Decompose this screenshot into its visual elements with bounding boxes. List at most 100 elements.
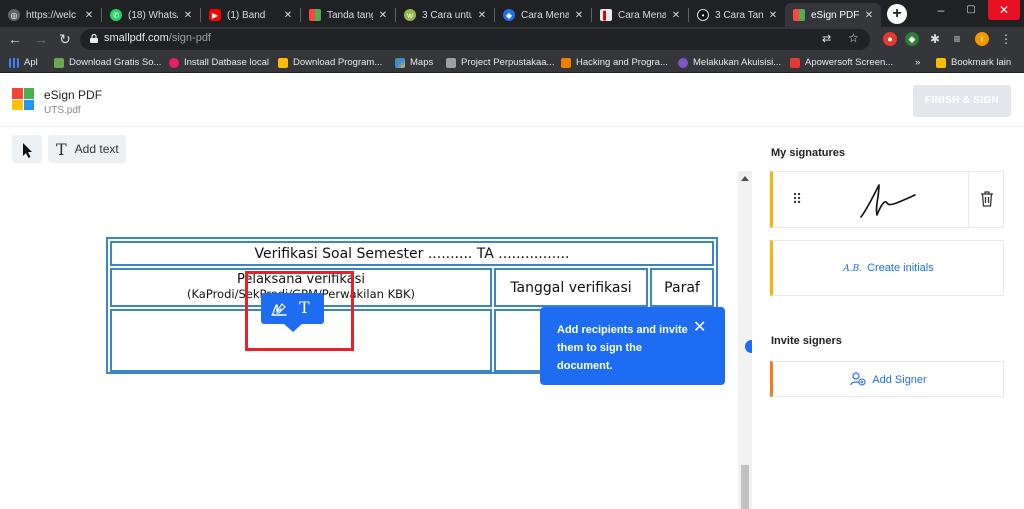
bookmark-favicon [54, 57, 64, 68]
smallpdf-icon [309, 9, 321, 21]
browser-tab[interactable]: ◆ Cara Menan ✕ [495, 3, 591, 27]
profile-avatar[interactable]: i [975, 32, 989, 46]
tanggal-header-cell: Tanggal verifikasi [494, 268, 648, 307]
browser-tab[interactable]: Tanda tanga ✕ [301, 3, 395, 27]
close-tab-icon[interactable]: ✕ [282, 10, 294, 21]
invite-signers-title: Invite signers [771, 335, 842, 347]
smallpdf-icon [793, 9, 805, 21]
doc-icon: ▌ [600, 9, 612, 21]
site-icon: • [697, 9, 709, 21]
address-bar[interactable]: smallpdf.com/sign-pdf ⇄ ☆ [80, 29, 870, 50]
text-icon: T [56, 139, 67, 159]
media-icon[interactable]: ≡ [950, 32, 964, 46]
whatsapp-icon: ✆ [110, 9, 122, 21]
browser-tab[interactable]: ▌ Cara Menan ✕ [592, 3, 688, 27]
file-name: UTS.pdf [44, 105, 81, 116]
close-tab-icon[interactable]: ✕ [377, 10, 389, 21]
scroll-up-arrow-icon[interactable] [741, 176, 749, 181]
reload-icon[interactable]: ↻ [57, 31, 73, 47]
maximize-button[interactable]: ▢ [956, 0, 986, 20]
tooltip-message: Add recipients and invite them to sign t… [557, 324, 688, 372]
add-text-button[interactable]: T Add text [48, 135, 126, 163]
site-icon: ◆ [503, 9, 515, 21]
editor-toolbar: T Add text [0, 127, 752, 171]
add-user-icon [850, 372, 866, 386]
bookmarks-bar: Apl Download Gratis So... Install Datbas… [0, 52, 1024, 73]
close-tab-icon[interactable]: ✕ [476, 10, 488, 21]
menu-icon[interactable]: ⋮ [999, 32, 1013, 46]
apps-icon [9, 57, 19, 68]
bookmark-item[interactable]: Apowersoft Screen... [790, 55, 893, 70]
cursor-icon [23, 143, 32, 158]
bookmark-item[interactable]: Download Program... [278, 55, 382, 70]
bookmark-favicon [169, 57, 179, 68]
bookmark-favicon [446, 57, 456, 68]
add-signer-label: Add Signer [872, 374, 927, 386]
app-title: eSign PDF [44, 88, 103, 102]
my-signatures-title: My signatures [771, 147, 845, 159]
add-signer-button[interactable]: Add Signer [770, 361, 1004, 397]
forward-arrow-icon[interactable]: → [33, 31, 49, 47]
drag-handle-icon[interactable]: ⠿ [792, 191, 802, 208]
browser-tab[interactable]: ▶ (1) Band ✕ [201, 3, 300, 27]
close-icon[interactable]: ✕ [693, 317, 706, 337]
close-tab-icon[interactable]: ✕ [573, 10, 585, 21]
signature-field-icon[interactable] [270, 300, 288, 318]
bookmark-folder[interactable]: Bookmark lain [936, 55, 1011, 70]
bookmark-favicon [678, 57, 688, 68]
translate-icon[interactable]: ⇄ [822, 32, 831, 45]
close-tab-icon[interactable]: ✕ [863, 10, 875, 21]
browser-tab-active[interactable]: eSign PDF w ✕ [785, 3, 881, 27]
bookmark-item[interactable]: Melakukan Akuisisi... [678, 55, 781, 70]
folder-icon [936, 57, 946, 68]
table-title-cell: Verifikasi Soal Semester .......... TA .… [110, 241, 714, 266]
text-field-icon[interactable]: T [299, 298, 310, 317]
bookmark-favicon [790, 57, 800, 68]
app-header: eSign PDF UTS.pdf FINISH & SIGN [0, 73, 1024, 127]
new-tab-button[interactable]: + [887, 4, 907, 24]
star-icon[interactable]: ☆ [848, 31, 859, 45]
window-close-button[interactable]: ✕ [988, 0, 1020, 20]
invite-tooltip: Add recipients and invite them to sign t… [540, 307, 725, 385]
signature-image[interactable] [857, 179, 919, 221]
bookmarks-more-button[interactable]: » [915, 55, 920, 70]
browser-toolbar: ← → ↻ smallpdf.com/sign-pdf ⇄ ☆ ● ◆ ✱ ≡ … [0, 27, 1024, 52]
close-tab-icon[interactable]: ✕ [83, 10, 95, 21]
field-type-popup: T [261, 293, 324, 332]
browser-tab[interactable]: w 3 Cara untuk ✕ [396, 3, 494, 27]
bookmark-apps[interactable]: Apl [9, 55, 38, 70]
trash-icon[interactable] [979, 190, 995, 208]
browser-tab[interactable]: ✆ (18) WhatsA ✕ [102, 3, 200, 27]
browser-tab[interactable]: ◎ https://welc ✕ [0, 3, 101, 27]
browser-tab-strip: ◎ https://welc ✕ ✆ (18) WhatsA ✕ ▶ (1) B… [0, 0, 1024, 27]
minimize-button[interactable]: – [926, 0, 956, 20]
smallpdf-logo [12, 88, 34, 110]
globe-icon: ◎ [8, 9, 20, 21]
maps-icon [395, 57, 405, 68]
initials-icon: A.B. [843, 264, 863, 274]
close-tab-icon[interactable]: ✕ [182, 10, 194, 21]
extension-icon[interactable]: ● [883, 32, 897, 46]
bookmark-item[interactable]: Hacking and Progra... [561, 55, 668, 70]
close-tab-icon[interactable]: ✕ [670, 10, 682, 21]
back-arrow-icon[interactable]: ← [7, 31, 23, 47]
signature-card[interactable]: ⠿ [770, 171, 1004, 228]
wikihow-icon: w [404, 9, 416, 21]
browser-tab[interactable]: • 3 Cara Tand ✕ [689, 3, 785, 27]
create-initials-label: Create initials [867, 262, 934, 274]
youtube-icon: ▶ [209, 9, 221, 21]
scrollbar-thumb[interactable] [741, 465, 749, 509]
select-tool-button[interactable] [12, 135, 42, 163]
url-text: smallpdf.com/sign-pdf [104, 32, 211, 44]
bookmark-item[interactable]: Project Perpustakaa... [446, 55, 554, 70]
finish-and-sign-button[interactable]: FINISH & SIGN [913, 85, 1011, 117]
bookmark-item[interactable]: Maps [395, 55, 433, 70]
bookmark-item[interactable]: Download Gratis So... [54, 55, 161, 70]
puzzle-icon[interactable]: ✱ [928, 32, 942, 46]
extension-icon[interactable]: ◆ [905, 32, 919, 46]
bookmark-item[interactable]: Install Datbase local [169, 55, 269, 70]
paraf-header-cell: Paraf [650, 268, 714, 307]
create-initials-card[interactable]: A.B. Create initials [770, 240, 1004, 296]
close-tab-icon[interactable]: ✕ [767, 10, 779, 21]
lock-icon [90, 34, 98, 43]
